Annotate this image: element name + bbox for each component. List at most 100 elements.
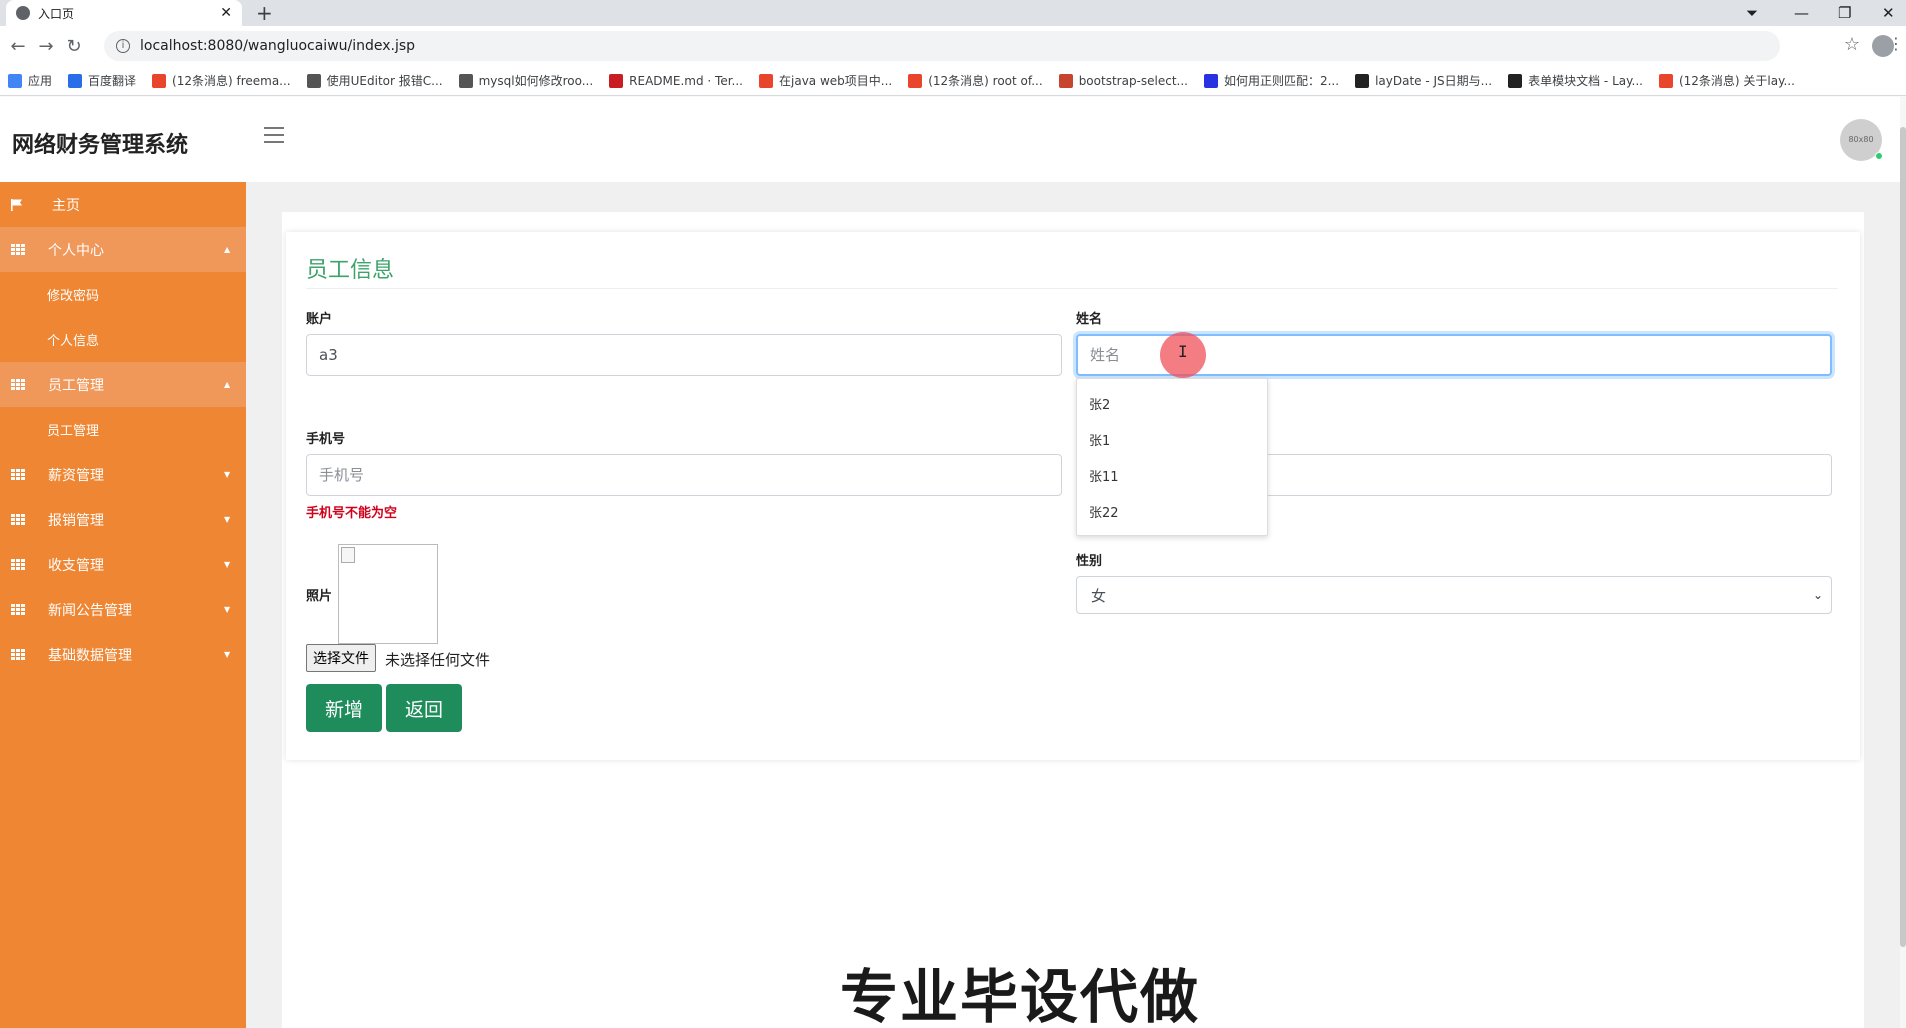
sidebar-item-basic-data-management[interactable]: 基础数据管理 ▼	[0, 632, 246, 677]
bookmark-label: (12条消息) freema...	[172, 74, 291, 88]
bookmark-item[interactable]: README.md · Ter...	[609, 73, 743, 88]
sidebar-subitem-employee-management[interactable]: 员工管理	[0, 407, 246, 452]
bookmark-item[interactable]: bootstrap-select...	[1058, 73, 1188, 88]
new-tab-icon[interactable]: +	[256, 1, 273, 25]
address-bar[interactable]: i localhost:8080/wangluocaiwu/index.jsp	[104, 31, 1780, 61]
account-input[interactable]	[306, 334, 1062, 376]
caret-down-icon: ▼	[224, 650, 231, 659]
sidebar-subitem-change-password[interactable]: 修改密码	[0, 272, 246, 317]
bookmark-label: 在java web项目中...	[779, 74, 893, 88]
close-tab-icon[interactable]: ✕	[220, 5, 232, 21]
sidebar-item-label: 新闻公告管理	[48, 602, 132, 619]
grid-icon	[11, 559, 25, 570]
bookmark-item[interactable]: 表单模块文档 - Lay...	[1508, 72, 1643, 89]
url-text: localhost:8080/wangluocaiwu/index.jsp	[140, 38, 416, 54]
bookmark-item[interactable]: 应用	[8, 72, 52, 89]
sidebar-item-label: 基础数据管理	[48, 647, 132, 664]
broken-image-icon	[341, 547, 355, 563]
add-button[interactable]: 新增	[306, 684, 382, 732]
gender-select[interactable]: 女 ⌄	[1076, 576, 1832, 614]
grid-icon	[11, 244, 25, 255]
autocomplete-option[interactable]: 张2	[1077, 385, 1267, 421]
text-cursor-icon: I	[1178, 342, 1188, 361]
bookmark-star-icon[interactable]: ☆	[1844, 34, 1860, 55]
reload-icon[interactable]: ↻	[60, 36, 88, 57]
sidebar-item-label: 报销管理	[48, 512, 104, 529]
bookmark-item[interactable]: layDate - JS日期与...	[1355, 72, 1492, 89]
back-icon[interactable]: ←	[4, 36, 32, 57]
sidebar-item-label: 主页	[52, 197, 80, 214]
scrollbar-thumb[interactable]	[1900, 127, 1906, 947]
grid-icon	[11, 469, 25, 480]
name-label: 姓名	[1076, 312, 1103, 327]
chevron-down-icon: ⌄	[1812, 588, 1823, 602]
autocomplete-option[interactable]: 张1	[1077, 421, 1267, 457]
sidebar-subitem-personal-info[interactable]: 个人信息	[0, 317, 246, 362]
bookmark-favicon-icon	[152, 73, 167, 88]
bookmark-item[interactable]: (12条消息) root of...	[908, 72, 1043, 89]
sidebar: 主页 个人中心 ▲ 修改密码 个人信息 员工管理 ▲ 员工管理 薪资管理 ▼ 报…	[0, 182, 246, 1028]
bookmark-label: 使用UEditor 报错C...	[326, 74, 443, 88]
bookmark-item[interactable]: mysql如何修改roo...	[458, 72, 594, 89]
phone-error-message: 手机号不能为空	[306, 506, 398, 521]
bookmark-item[interactable]: 如何用正则匹配：2...	[1203, 72, 1339, 89]
caret-up-icon: ▲	[224, 245, 231, 254]
restore-icon[interactable]: ❐	[1838, 0, 1851, 26]
page-scrollbar[interactable]	[1900, 97, 1906, 1028]
bookmark-label: layDate - JS日期与...	[1375, 74, 1493, 88]
bookmark-item[interactable]: 百度翻译	[68, 72, 136, 89]
sidebar-item-reimbursement-management[interactable]: 报销管理 ▼	[0, 497, 246, 542]
bookmark-label: mysql如何修改roo...	[478, 74, 594, 88]
sidebar-item-home[interactable]: 主页	[0, 182, 246, 227]
title-divider	[306, 288, 1838, 289]
sidebar-item-label: 员工管理	[48, 377, 104, 394]
forward-icon[interactable]: →	[32, 36, 60, 57]
photo-preview	[338, 544, 438, 644]
choose-file-button[interactable]: 选择文件	[306, 644, 376, 672]
sidebar-item-news-management[interactable]: 新闻公告管理 ▼	[0, 587, 246, 632]
bookmark-item[interactable]: 使用UEditor 报错C...	[306, 72, 443, 89]
page-title: 员工信息	[306, 258, 395, 283]
tab-title: 入口页	[38, 6, 75, 21]
bookmark-item[interactable]: (12条消息) 关于lay...	[1658, 72, 1795, 89]
sidebar-item-income-expense-management[interactable]: 收支管理 ▼	[0, 542, 246, 587]
brand-title: 网络财务管理系统	[12, 133, 189, 158]
employee-form-card: 员工信息 账户 姓名 手机号 手机号不能为空 照片 选择文件 未选择任何文件 性…	[286, 232, 1860, 760]
hamburger-menu-icon[interactable]	[264, 127, 284, 148]
bookmark-favicon-icon	[908, 73, 923, 88]
name-autocomplete-list: 张2 张1 张11 张22	[1076, 378, 1268, 536]
back-button[interactable]: 返回	[386, 684, 462, 732]
app-header: 网络财务管理系统 80x80	[0, 97, 1906, 182]
globe-icon	[16, 6, 30, 20]
media-icon[interactable]: ⏷	[1746, 0, 1758, 26]
grid-icon	[11, 649, 25, 660]
bookmarks-bar: 应用 百度翻译 (12条消息) freema... 使用UEditor 报错C... m…	[0, 66, 1906, 96]
bookmark-label: 表单模块文档 - Lay...	[1528, 74, 1643, 88]
minimize-icon[interactable]: —	[1794, 0, 1809, 26]
phone-input[interactable]	[306, 454, 1062, 496]
bookmark-label: 百度翻译	[88, 74, 137, 88]
phone-label: 手机号	[306, 432, 346, 447]
menu-icon[interactable]: ⋮	[1888, 34, 1904, 53]
bookmark-label: bootstrap-select...	[1078, 73, 1188, 88]
autocomplete-option[interactable]: 张22	[1077, 493, 1267, 529]
bookmark-item[interactable]: (12条消息) freema...	[152, 72, 291, 89]
sidebar-item-salary-management[interactable]: 薪资管理 ▼	[0, 452, 246, 497]
sidebar-item-employee-management[interactable]: 员工管理 ▲	[0, 362, 246, 407]
info-icon[interactable]: i	[116, 39, 130, 53]
caret-down-icon: ▼	[224, 560, 231, 569]
bookmark-favicon-icon	[1508, 73, 1523, 88]
caret-up-icon: ▲	[224, 380, 231, 389]
online-status-dot	[1875, 152, 1883, 160]
flag-icon	[11, 198, 23, 211]
caret-down-icon: ▼	[224, 470, 231, 479]
browser-tabstrip: 入口页 ✕ + ⏷ — ❐ ✕	[0, 0, 1906, 26]
browser-tab[interactable]: 入口页 ✕	[6, 0, 242, 26]
bookmark-favicon-icon	[759, 73, 773, 88]
window-close-icon[interactable]: ✕	[1882, 0, 1895, 26]
sidebar-item-personal-center[interactable]: 个人中心 ▲	[0, 227, 246, 272]
bookmark-label: 应用	[28, 74, 53, 88]
autocomplete-option[interactable]: 张11	[1077, 457, 1267, 493]
bookmark-favicon-icon	[1058, 73, 1073, 88]
bookmark-item[interactable]: 在java web项目中...	[759, 72, 892, 89]
